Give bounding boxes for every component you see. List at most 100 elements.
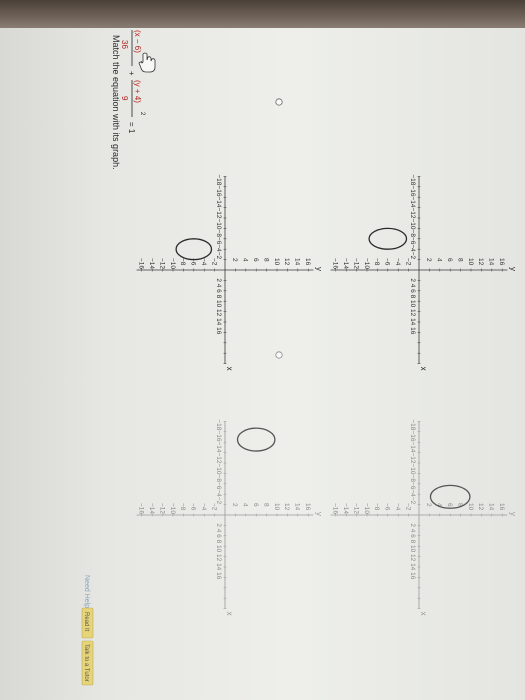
footer-help-row: Need Help? Read It Talk to a Tutor xyxy=(81,575,94,686)
equation-plus: + xyxy=(127,71,136,76)
y-tick-label: 10 xyxy=(467,503,474,511)
y-tick-label: 10 xyxy=(273,258,280,266)
y-tick-label: −10 xyxy=(363,503,370,514)
y-tick-label: 12 xyxy=(477,503,484,511)
x-axis-label: x xyxy=(419,367,428,371)
y-tick-label: −2 xyxy=(404,258,411,266)
x-tick-labels-positive: 2 4 6 8 10 12 14 16 xyxy=(409,278,416,334)
y-tick-label: 2 xyxy=(425,258,432,262)
question-prompt: Match the equation with its graph. xyxy=(111,35,121,170)
y-tick-label: 12 xyxy=(283,258,290,266)
y-tick-label: 14 xyxy=(294,258,301,266)
y-tick-label: 4 xyxy=(242,258,249,262)
y-tick-label: −14 xyxy=(342,503,349,514)
y-tick-label: 2 xyxy=(231,503,238,507)
y-tick-label: −16 xyxy=(332,503,339,514)
x-axis-label: x xyxy=(225,612,234,616)
y-tick-label: −14 xyxy=(342,258,349,269)
y-tick-label: −16 xyxy=(332,258,339,269)
y-tick-label: 10 xyxy=(273,503,280,511)
x-tick-labels-negative: −18−16−14−12−10−8−6−4−2 xyxy=(215,174,222,259)
y-axis-label: y xyxy=(508,512,517,516)
y-tick-label: −12 xyxy=(352,258,359,269)
y-tick-label: −12 xyxy=(158,503,165,514)
radio-option-b[interactable] xyxy=(275,351,283,359)
need-help-label: Need Help? xyxy=(83,575,90,612)
y-tick-label: −14 xyxy=(148,503,155,514)
y-tick-label: −8 xyxy=(179,503,186,511)
equation-denominator-36: 36 xyxy=(120,40,129,49)
y-tick-label: −6 xyxy=(384,258,391,266)
y-tick-label: −4 xyxy=(394,503,401,511)
hand-pointer-icon xyxy=(138,52,156,73)
equation-numerator-x: (x − 6) xyxy=(133,30,142,53)
y-tick-label: −12 xyxy=(352,503,359,514)
y-tick-label: −8 xyxy=(373,258,380,266)
y-tick-label: 10 xyxy=(467,258,474,266)
x-tick-labels-positive: 2 4 6 8 10 12 14 16 xyxy=(215,523,222,579)
graph-ellipse xyxy=(236,427,276,452)
y-tick-label: −2 xyxy=(210,258,217,266)
y-tick-label: 14 xyxy=(488,258,495,266)
equation-exponent-y: 2 xyxy=(139,112,145,116)
y-tick-label: −4 xyxy=(394,258,401,266)
rotated-page: Match the equation with its graph. (x − … xyxy=(81,30,518,686)
y-tick-label: 4 xyxy=(242,503,249,507)
x-axis-label: x xyxy=(419,612,428,616)
graph-b[interactable]: −18−16−14−12−10−8−6−4−2 2 4 6 8 10 12 14 … xyxy=(330,174,518,371)
y-tick-label: −10 xyxy=(169,258,176,269)
y-tick-label: −6 xyxy=(190,503,197,511)
x-tick-labels-negative: −18−16−14−12−10−8−6−4−2 xyxy=(409,174,416,259)
y-tick-label: −8 xyxy=(179,258,186,266)
y-tick-label: −2 xyxy=(404,503,411,511)
graph-a[interactable]: −18−16−14−12−10−8−6−4−2 2 4 6 8 10 12 14 … xyxy=(136,174,324,371)
y-tick-label: −8 xyxy=(373,503,380,511)
talk-to-tutor-label: Talk to a Tutor xyxy=(83,644,89,682)
y-axis-label: y xyxy=(508,267,517,271)
equation-denominator-9: 9 xyxy=(120,96,129,101)
y-tick-label: 16 xyxy=(304,258,311,266)
y-axis-label: y xyxy=(314,267,323,271)
y-tick-label: −2 xyxy=(210,503,217,511)
equation-rhs: = 1 xyxy=(127,122,136,134)
equation-numerator-y: (y + 4) xyxy=(133,80,142,103)
y-tick-label: −4 xyxy=(200,503,207,511)
y-tick-label: 8 xyxy=(262,503,269,507)
y-tick-label: 8 xyxy=(262,258,269,262)
x-tick-labels-negative: −18−16−14−12−10−8−6−4−2 xyxy=(215,419,222,504)
y-tick-label: 6 xyxy=(252,258,259,262)
y-tick-label: 2 xyxy=(425,503,432,507)
y-tick-label: −12 xyxy=(158,258,165,269)
y-axis-label: y xyxy=(314,512,323,516)
y-tick-label: 16 xyxy=(498,503,505,511)
radio-option-a[interactable] xyxy=(275,98,283,106)
x-tick-labels-negative: −18−16−14−12−10−8−6−4−2 xyxy=(409,419,416,504)
y-tick-label: 14 xyxy=(294,503,301,511)
y-tick-label: 6 xyxy=(446,258,453,262)
graph-c[interactable]: −18−16−14−12−10−8−6−4−2 2 4 6 8 10 12 14 … xyxy=(136,419,324,616)
question-header: Match the equation with its graph. (x − … xyxy=(111,30,145,170)
y-tick-label: 8 xyxy=(456,258,463,262)
y-tick-label: −10 xyxy=(363,258,370,269)
y-tick-label: 2 xyxy=(231,258,238,262)
y-tick-label: 12 xyxy=(283,503,290,511)
graph-ellipse xyxy=(175,238,213,261)
y-tick-label: 6 xyxy=(252,503,259,507)
y-tick-label: −6 xyxy=(384,503,391,511)
y-tick-label: 12 xyxy=(477,258,484,266)
y-tick-label: −16 xyxy=(138,258,145,269)
x-tick-labels-positive: 2 4 6 8 10 12 14 16 xyxy=(409,523,416,579)
x-tick-labels-positive: 2 4 6 8 10 12 14 16 xyxy=(215,278,222,334)
x-axis-label: x xyxy=(225,367,234,371)
y-tick-label: 14 xyxy=(488,503,495,511)
y-tick-label: −14 xyxy=(148,258,155,269)
y-tick-label: 16 xyxy=(304,503,311,511)
y-tick-label: −10 xyxy=(169,503,176,514)
y-tick-label: 16 xyxy=(498,258,505,266)
y-tick-label: 6 xyxy=(446,503,453,507)
graph-ellipse xyxy=(368,227,408,250)
page-canvas: Match the equation with its graph. (x − … xyxy=(81,30,518,686)
graph-d[interactable]: −18−16−14−12−10−8−6−4−2 2 4 6 8 10 12 14 … xyxy=(330,419,518,616)
y-tick-label: 4 xyxy=(436,258,443,262)
read-it-label: Read It xyxy=(83,612,89,632)
